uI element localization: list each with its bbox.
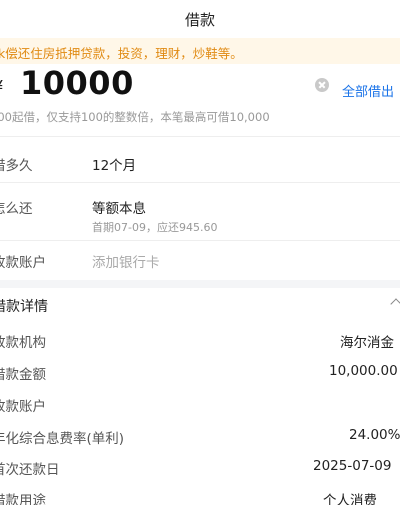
detail-label: 借款用途 [0,493,46,505]
account-label: 收款账户 [0,255,46,271]
divider [0,182,400,183]
detail-value: 24.00% [349,427,400,443]
repay-label: 怎么还 [0,201,33,217]
amount-input[interactable]: 10000 [20,64,134,102]
page-title: 借款 [184,11,215,29]
detail-value: 个人消费 [323,493,377,505]
detail-label: 借款金额 [0,367,46,383]
borrow-all-button[interactable]: 全部借出 [342,81,394,100]
add-bank-card-link[interactable]: 添加银行卡 [92,251,160,271]
amount-hint: 100起借，仅支持100的整数倍，本笔最高可借10,000 [0,110,270,124]
detail-label: 放款机构 [0,335,46,351]
detail-value: 10,000.00 [329,363,398,379]
page-header: 借款 [0,0,400,36]
notice-bar: k偿还住房抵押贷款，投资，理财，炒鞋等。 [0,38,400,64]
term-label: 借多久 [0,158,33,174]
section-separator [0,280,400,288]
term-value[interactable]: 12个月 [92,154,136,174]
currency-symbol: ¥ [0,77,3,98]
detail-value: 2025-07-09 [313,458,392,474]
clear-icon[interactable] [315,78,329,92]
details-title: 借款详情 [0,299,48,315]
repay-schedule-text: 首期07-09，应还945.60 [92,221,218,234]
detail-value: 海尔消金 [340,335,394,351]
chevron-up-icon[interactable] [390,298,400,310]
detail-label: 首次还款日 [0,462,60,478]
repay-method-value[interactable]: 等额本息 [92,197,146,217]
divider [0,136,400,137]
divider [0,240,400,241]
notice-text: k偿还住房抵押贷款，投资，理财，炒鞋等。 [0,46,243,61]
detail-label: 年化综合息费率(单利) [0,431,125,447]
amount-row: ¥ 10000 全部借出 [0,64,400,104]
detail-label: 收款账户 [0,399,46,415]
